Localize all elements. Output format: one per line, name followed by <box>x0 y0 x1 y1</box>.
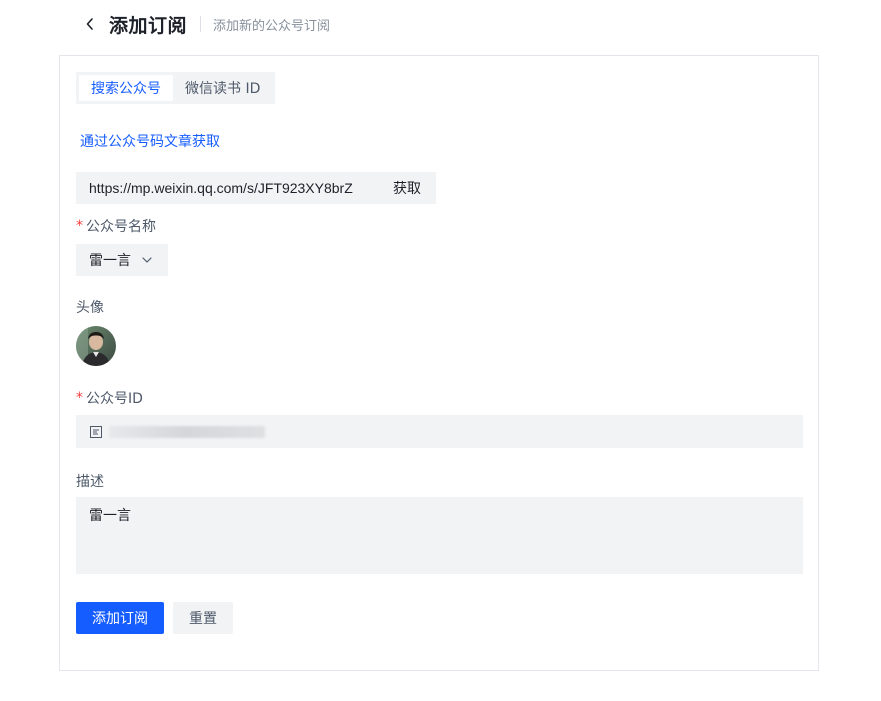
avatar-label-text: 头像 <box>76 300 104 316</box>
fetch-by-article-link[interactable]: 通过公众号码文章获取 <box>80 131 220 151</box>
description-label: 描述 <box>76 471 104 491</box>
description-label-text: 描述 <box>76 474 104 490</box>
form-card: 搜索公众号 微信读书 ID 通过公众号码文章获取 获取 * 公众号名称 雷一言 … <box>59 55 819 671</box>
source-tabs: 搜索公众号 微信读书 ID <box>76 72 276 104</box>
account-id-redacted <box>109 425 265 438</box>
back-button[interactable] <box>80 14 100 34</box>
account-id-label: * 公众号ID <box>76 388 143 408</box>
fetch-button[interactable]: 获取 <box>378 172 436 204</box>
required-mark: * <box>76 390 83 406</box>
reset-button[interactable]: 重置 <box>173 602 233 634</box>
chevron-left-icon <box>86 18 93 30</box>
add-subscription-button[interactable]: 添加订阅 <box>76 602 164 634</box>
chevron-down-icon <box>142 257 152 263</box>
account-name-select[interactable]: 雷一言 <box>76 244 168 276</box>
account-name-value: 雷一言 <box>89 253 131 269</box>
page-header: 添加订阅 添加新的公众号订阅 <box>80 8 330 40</box>
tab-search-account[interactable]: 搜索公众号 <box>79 75 173 101</box>
avatar <box>76 326 116 366</box>
tab-weread-id[interactable]: 微信读书 ID <box>173 75 272 101</box>
account-id-field[interactable] <box>76 415 803 448</box>
title-divider <box>200 16 202 32</box>
account-name-label: * 公众号名称 <box>76 216 156 236</box>
account-id-label-text: 公众号ID <box>86 391 143 407</box>
required-mark: * <box>76 218 83 234</box>
page-subtitle: 添加新的公众号订阅 <box>213 18 331 34</box>
article-url-input[interactable] <box>76 172 378 204</box>
avatar-label: 头像 <box>76 297 104 317</box>
id-card-icon <box>89 425 103 439</box>
account-name-label-text: 公众号名称 <box>86 219 156 235</box>
article-url-group: 获取 <box>76 172 436 204</box>
page-title: 添加订阅 <box>109 14 188 37</box>
description-textarea[interactable]: 雷一言 <box>76 497 803 574</box>
